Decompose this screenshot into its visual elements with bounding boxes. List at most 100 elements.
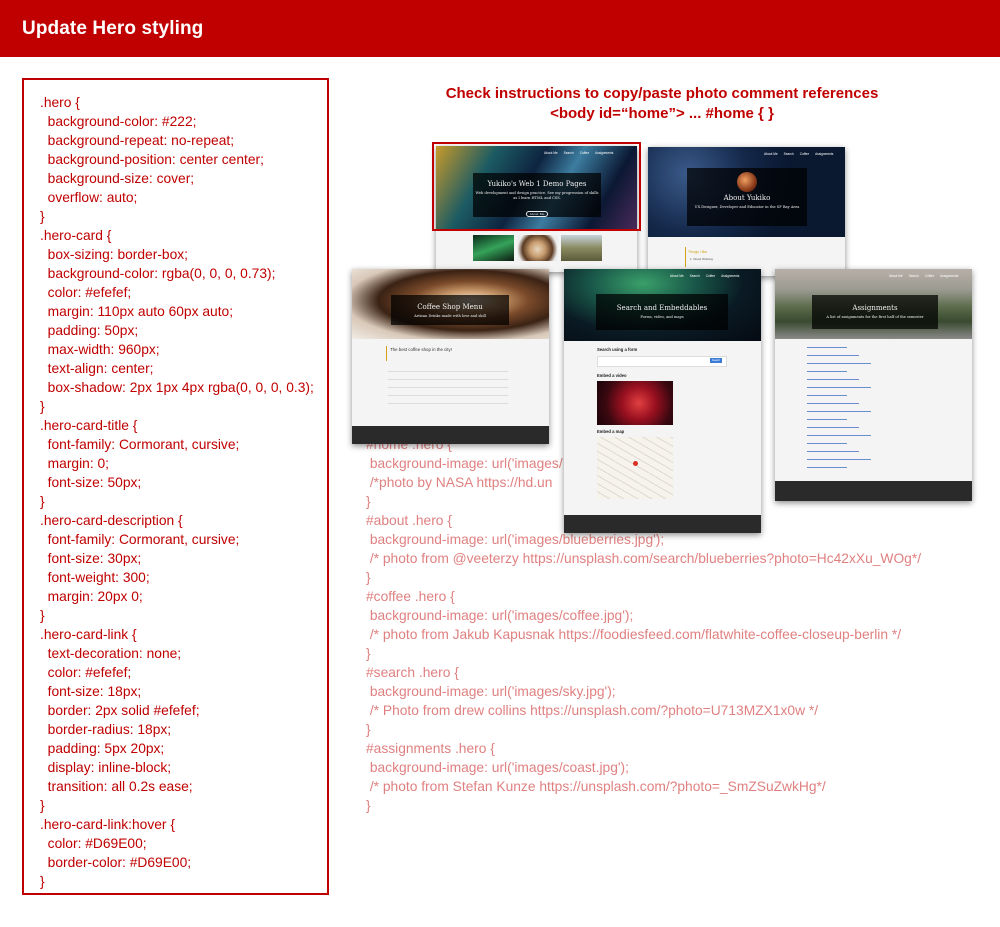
background-code-line: #assignments .hero { bbox=[366, 741, 495, 756]
search-hero-title: Search and Embeddables bbox=[616, 304, 708, 312]
thumbnail-about[interactable]: About Me Search Coffee Assignments About Yu… bbox=[648, 147, 845, 276]
css-code-line: box-shadow: 2px 1px 4px rgba(0, 0, 0, 0.… bbox=[40, 380, 314, 395]
assignment-link[interactable] bbox=[807, 371, 847, 372]
about-hero-title: About Yukiko bbox=[723, 194, 771, 202]
css-code-line: } bbox=[40, 209, 45, 224]
background-code-line: /* photo from @veeterzy https://unsplash… bbox=[366, 551, 922, 566]
assignment-link[interactable] bbox=[807, 355, 859, 356]
css-code-line: color: #D69E00; bbox=[40, 836, 147, 851]
embedded-map[interactable] bbox=[597, 437, 673, 499]
search-form-heading: Search using a form bbox=[597, 347, 638, 352]
background-code-line: } bbox=[366, 722, 371, 737]
home-thumbnail-highlight bbox=[432, 142, 641, 231]
css-code-line: .hero-card-description { bbox=[40, 513, 183, 528]
css-code-line: color: #efefef; bbox=[40, 285, 132, 300]
assignment-link[interactable] bbox=[807, 419, 847, 420]
instructions-line-2: <body id=“home”> ... #home { } bbox=[550, 105, 774, 122]
menu-row bbox=[388, 387, 508, 388]
menu-row bbox=[388, 403, 508, 404]
css-code-line: margin: 110px auto 60px auto; bbox=[40, 304, 234, 319]
instructions-line-1: Check instructions to copy/paste photo c… bbox=[445, 85, 879, 102]
assignment-link[interactable] bbox=[807, 443, 847, 444]
home-card-sky-image bbox=[473, 235, 514, 261]
assignments-hero-card: Assignments A list of assignments for th… bbox=[812, 295, 938, 329]
search-input[interactable] bbox=[597, 356, 727, 367]
search-button[interactable]: Search bbox=[710, 358, 722, 363]
css-code-line: .hero { bbox=[40, 95, 80, 110]
home-card-coast-image bbox=[561, 235, 602, 261]
thumbnail-assignments[interactable]: About Me Search Coffee Assignments Assignme… bbox=[775, 269, 972, 501]
embed-video-heading: Embed a video bbox=[597, 373, 627, 378]
search-hero-card: Search and Embeddables Forms, video, and… bbox=[596, 294, 728, 330]
assignments-footer bbox=[775, 481, 972, 501]
assignment-link[interactable] bbox=[807, 387, 871, 388]
css-code-line: font-size: 18px; bbox=[40, 684, 142, 699]
about-accent-line bbox=[685, 247, 686, 267]
about-nav: About Me Search Coffee Assignments bbox=[764, 152, 834, 156]
coffee-accent-line bbox=[386, 346, 387, 361]
css-code-line: } bbox=[40, 608, 45, 623]
avatar bbox=[737, 172, 757, 192]
css-code-line: font-family: Cormorant, cursive; bbox=[40, 437, 240, 452]
assignment-link[interactable] bbox=[807, 403, 859, 404]
title-bar: Update Hero styling bbox=[0, 0, 1000, 57]
css-code-line: margin: 20px 0; bbox=[40, 589, 143, 604]
assignments-hero-description: A list of assignments for the first half… bbox=[826, 315, 924, 319]
about-list-item: 1. Wood Working bbox=[690, 257, 713, 261]
assignments-hero-title: Assignments bbox=[852, 304, 898, 312]
css-code: .hero { background-color: #222; backgrou… bbox=[40, 93, 314, 891]
coffee-hero-title: Coffee Shop Menu bbox=[417, 303, 483, 311]
css-code-line: } bbox=[40, 874, 45, 889]
coffee-menu-heading: The best coffee shop in the city! bbox=[390, 347, 452, 352]
background-code-line: /* photo from Stefan Kunze https://unspl… bbox=[366, 779, 826, 794]
css-code-line: text-decoration: none; bbox=[40, 646, 182, 661]
background-code-line: #coffee .hero { bbox=[366, 589, 455, 604]
assignment-link[interactable] bbox=[807, 363, 871, 364]
css-code-line: font-family: Cormorant, cursive; bbox=[40, 532, 240, 547]
assignment-link[interactable] bbox=[807, 411, 871, 412]
css-code-line: padding: 50px; bbox=[40, 323, 139, 338]
home-card-coffee-image bbox=[517, 235, 558, 261]
assignment-link[interactable] bbox=[807, 379, 859, 380]
css-code-line: background-color: rgba(0, 0, 0, 0.73); bbox=[40, 266, 276, 281]
assignment-link[interactable] bbox=[807, 451, 859, 452]
css-code-line: display: inline-block; bbox=[40, 760, 172, 775]
map-pin-icon bbox=[633, 461, 638, 466]
css-code-line: padding: 5px 20px; bbox=[40, 741, 165, 756]
thumbnail-coffee[interactable]: Coffee Shop Menu Artisan Drinks made wit… bbox=[352, 269, 549, 444]
css-code-line: text-align: center; bbox=[40, 361, 154, 376]
about-hero-card: About Yukiko UX Designer, Developer and … bbox=[687, 168, 807, 226]
background-code-line: /* Photo from drew collins https://unspl… bbox=[366, 703, 819, 718]
embedded-video[interactable] bbox=[597, 381, 673, 425]
assignment-link[interactable] bbox=[807, 347, 847, 348]
menu-row bbox=[388, 395, 508, 396]
assignment-link[interactable] bbox=[807, 435, 871, 436]
css-code-line: background-position: center center; bbox=[40, 152, 264, 167]
assignment-link[interactable] bbox=[807, 395, 847, 396]
background-code-line: background-image: url('images/coffee.jpg… bbox=[366, 608, 634, 623]
about-hero-description: UX Designer, Developer and Educator in t… bbox=[694, 205, 800, 209]
css-code-line: .hero-card-link { bbox=[40, 627, 137, 642]
css-code-line: } bbox=[40, 399, 45, 414]
assignment-link[interactable] bbox=[807, 467, 847, 468]
css-code-line: .hero-card-title { bbox=[40, 418, 138, 433]
background-code-line: background-image: url('images/sky.jpg'); bbox=[366, 684, 616, 699]
background-code-line: } bbox=[366, 570, 371, 585]
css-code-line: } bbox=[40, 798, 45, 813]
menu-row bbox=[388, 379, 508, 380]
assignment-link[interactable] bbox=[807, 427, 859, 428]
assignment-link[interactable] bbox=[807, 459, 871, 460]
thumbnail-search[interactable]: About Me Search Coffee Assignments Search a… bbox=[564, 269, 761, 533]
search-nav: About Me Search Coffee Assignments bbox=[670, 274, 740, 278]
coffee-hero-description: Artisan Drinks made with love and skill bbox=[414, 314, 486, 318]
assignments-nav: About Me Search Coffee Assignments bbox=[889, 274, 959, 278]
background-code-line: #search .hero { bbox=[366, 665, 459, 680]
css-code-line: .hero-card { bbox=[40, 228, 112, 243]
css-code-line: max-width: 960px; bbox=[40, 342, 160, 357]
about-section-heading: Things I like bbox=[688, 250, 708, 254]
css-code-line: border: 2px solid #efefef; bbox=[40, 703, 200, 718]
search-hero-description: Forms, video, and maps bbox=[640, 315, 684, 319]
css-code-line: overflow: auto; bbox=[40, 190, 138, 205]
background-code-line: /* photo from Jakub Kapusnak https://foo… bbox=[366, 627, 902, 642]
css-code-panel: .hero { background-color: #222; backgrou… bbox=[22, 78, 329, 895]
